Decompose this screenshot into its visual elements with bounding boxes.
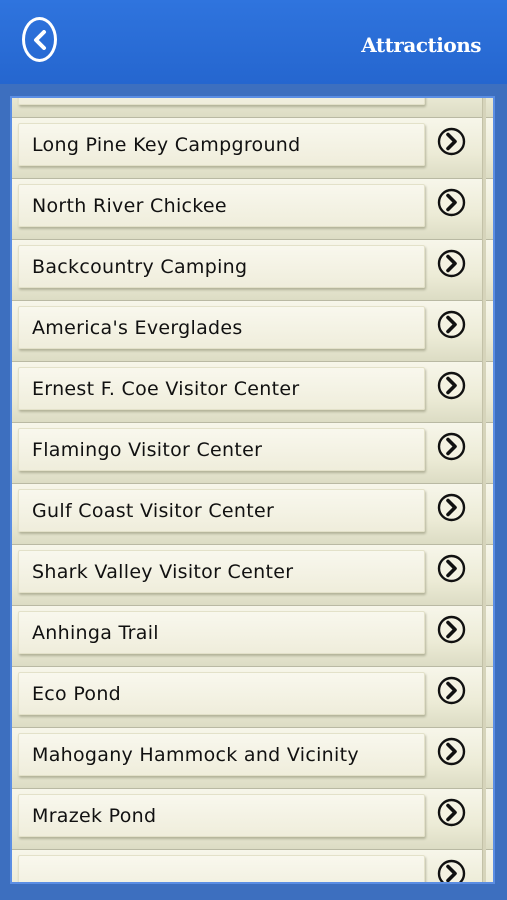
row-divider <box>482 606 486 667</box>
list-item[interactable]: Mrazek Pond <box>12 789 493 850</box>
chevron-right-circle-icon[interactable] <box>437 310 466 339</box>
list-item-label[interactable]: North River Chickee <box>18 184 425 227</box>
row-divider <box>482 850 486 882</box>
attractions-list: Flamingo Campground T Loop Long Pine Key … <box>12 98 493 882</box>
row-divider <box>482 789 486 850</box>
list-item[interactable]: Long Pine Key Campground <box>12 118 493 179</box>
list-item[interactable]: Anhinga Trail <box>12 606 493 667</box>
list-item-label[interactable]: Mahogany Hammock and Vicinity <box>18 733 425 776</box>
chevron-right-circle-icon[interactable] <box>437 493 466 522</box>
row-divider <box>482 362 486 423</box>
list-item[interactable]: Gulf Coast Visitor Center <box>12 484 493 545</box>
chevron-right-circle-icon[interactable] <box>437 615 466 644</box>
app-header: Attractions <box>0 0 507 84</box>
list-item-label[interactable]: Gulf Coast Visitor Center <box>18 489 425 532</box>
list-item-label[interactable]: Eco Pond <box>18 672 425 715</box>
row-divider <box>482 728 486 789</box>
chevron-right-circle-icon[interactable] <box>437 127 466 156</box>
list-item-label[interactable]: Anhinga Trail <box>18 611 425 654</box>
row-divider <box>482 545 486 606</box>
chevron-right-circle-icon[interactable] <box>437 676 466 705</box>
chevron-right-circle-icon[interactable] <box>437 798 466 827</box>
chevron-right-circle-icon[interactable] <box>437 249 466 278</box>
row-divider <box>482 667 486 728</box>
back-button[interactable] <box>22 17 57 62</box>
list-item-label[interactable]: Backcountry Camping <box>18 245 425 288</box>
chevron-right-circle-icon[interactable] <box>437 371 466 400</box>
list-item[interactable]: Flamingo Visitor Center <box>12 423 493 484</box>
row-divider <box>482 484 486 545</box>
list-item[interactable]: Flamingo Campground T Loop <box>12 98 493 118</box>
row-divider <box>482 423 486 484</box>
list-item-label[interactable] <box>18 855 425 882</box>
row-divider <box>482 240 486 301</box>
row-divider <box>482 301 486 362</box>
chevron-left-icon <box>31 29 49 50</box>
page-title: Attractions <box>361 33 481 57</box>
list-item[interactable]: Backcountry Camping <box>12 240 493 301</box>
chevron-right-circle-icon[interactable] <box>437 737 466 766</box>
list-item-label[interactable]: America's Everglades <box>18 306 425 349</box>
row-divider <box>482 179 486 240</box>
chevron-right-circle-icon[interactable] <box>437 432 466 461</box>
list-item[interactable]: Eco Pond <box>12 667 493 728</box>
list-item[interactable]: America's Everglades <box>12 301 493 362</box>
chevron-right-circle-icon[interactable] <box>437 554 466 583</box>
list-item-label[interactable]: Mrazek Pond <box>18 794 425 837</box>
chevron-right-circle-icon[interactable] <box>437 188 466 217</box>
list-item-label[interactable]: Long Pine Key Campground <box>18 123 425 166</box>
attractions-list-frame[interactable]: Flamingo Campground T Loop Long Pine Key … <box>10 96 495 884</box>
list-item[interactable]: North River Chickee <box>12 179 493 240</box>
list-item-label[interactable]: Flamingo Campground T Loop <box>18 98 425 105</box>
row-divider <box>482 98 486 118</box>
list-item[interactable]: Ernest F. Coe Visitor Center <box>12 362 493 423</box>
list-item[interactable]: Mahogany Hammock and Vicinity <box>12 728 493 789</box>
list-item-label[interactable]: Flamingo Visitor Center <box>18 428 425 471</box>
list-item-label[interactable]: Ernest F. Coe Visitor Center <box>18 367 425 410</box>
row-divider <box>482 118 486 179</box>
list-item[interactable] <box>12 850 493 882</box>
list-item-label[interactable]: Shark Valley Visitor Center <box>18 550 425 593</box>
list-item[interactable]: Shark Valley Visitor Center <box>12 545 493 606</box>
chevron-right-circle-icon[interactable] <box>437 859 466 882</box>
